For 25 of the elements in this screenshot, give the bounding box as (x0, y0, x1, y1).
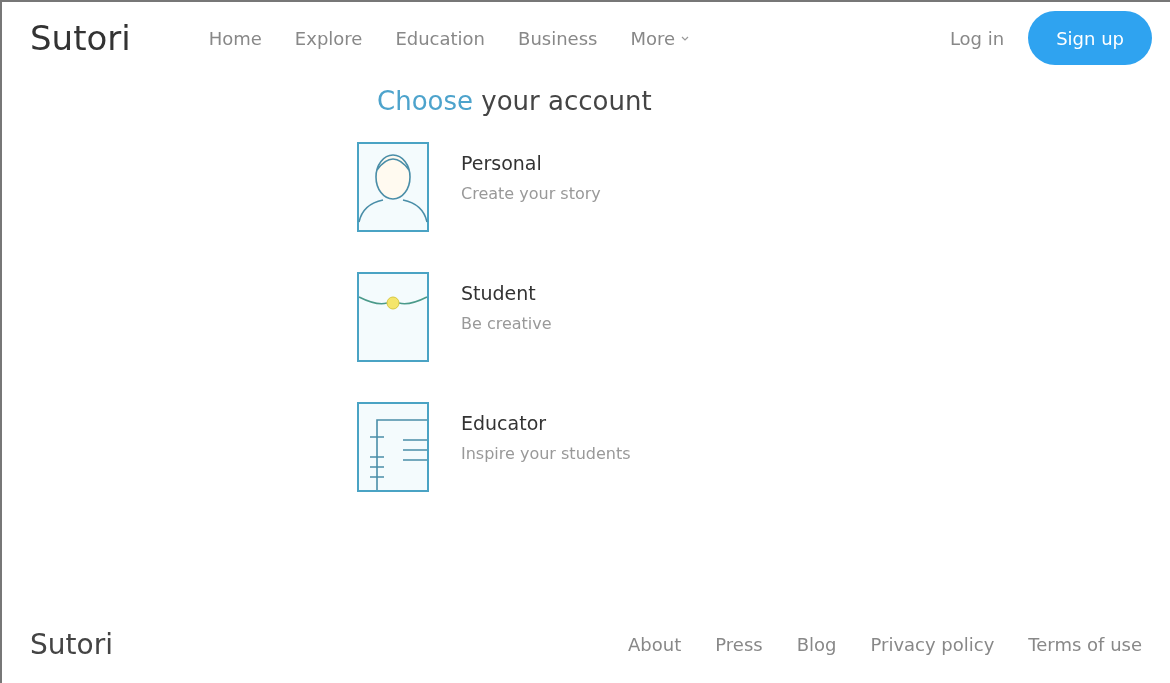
signup-button[interactable]: Sign up (1028, 11, 1152, 65)
caret-icon (681, 35, 690, 41)
footer-link[interactable]: Privacy policy (870, 633, 995, 655)
account-description: Create your story (461, 183, 601, 203)
nav-link[interactable]: Business (518, 27, 598, 49)
account-title[interactable]: Personal (461, 151, 601, 174)
account-title[interactable]: Student (461, 281, 552, 304)
envelope-icon[interactable] (357, 272, 429, 362)
nav-dropdown[interactable]: More (630, 27, 690, 49)
account-title[interactable]: Educator (461, 411, 631, 434)
nav-link[interactable]: Education (395, 27, 486, 49)
logo[interactable]: Sutori (30, 18, 131, 58)
footer-link[interactable]: Press (715, 633, 763, 655)
account-description: Inspire your students (461, 443, 631, 463)
person-icon[interactable] (357, 142, 429, 232)
footer-link[interactable]: Blog (796, 633, 837, 655)
notebook-icon[interactable] (357, 402, 429, 492)
footer-link[interactable]: Terms of use (1028, 633, 1142, 655)
account-description: Be creative (461, 313, 552, 333)
login-link[interactable]: Log in (949, 27, 1005, 49)
nav-link[interactable]: Explore (294, 27, 363, 49)
footer-logo[interactable]: Sutori (30, 627, 113, 661)
page-heading: Choose your account (377, 86, 653, 116)
footer-link[interactable]: About (628, 633, 682, 655)
nav-link[interactable]: Home (208, 27, 262, 49)
